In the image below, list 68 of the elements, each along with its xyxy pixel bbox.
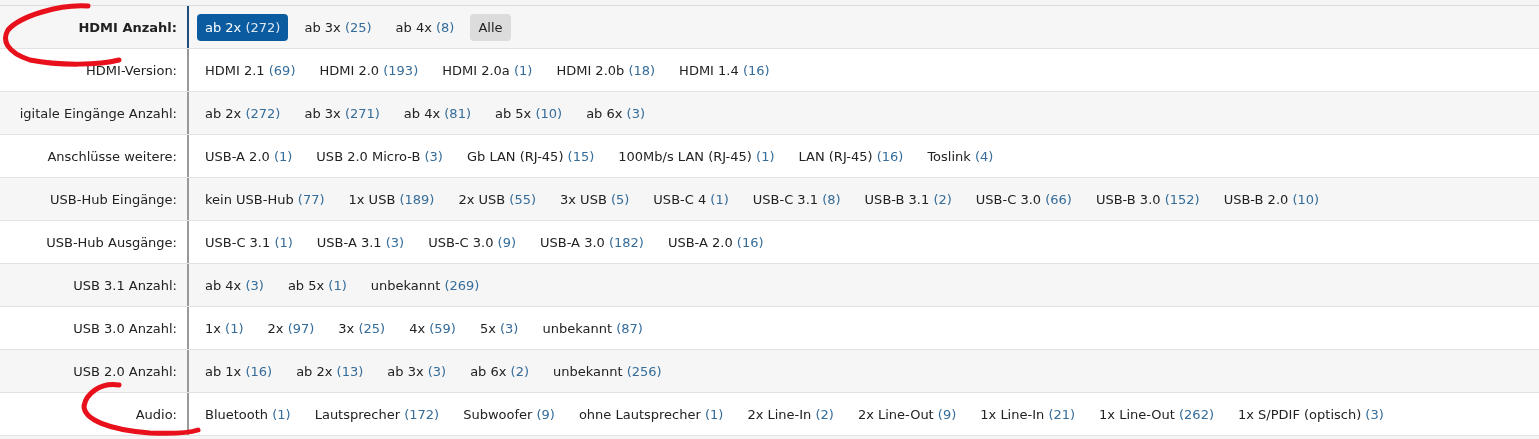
filter-option[interactable]: ab 2x (272) xyxy=(197,13,289,41)
filter-option[interactable]: unbekannt (87) xyxy=(534,314,651,342)
filter-option[interactable]: 1x (1) xyxy=(197,314,252,342)
filter-option[interactable]: HDMI 2.1 (69) xyxy=(197,56,304,84)
filter-option[interactable]: USB-C 4 (1) xyxy=(645,185,737,213)
filter-option[interactable]: USB-C 3.1 (8) xyxy=(744,185,849,213)
filter-label: USB 3.0 Anzahl: xyxy=(72,320,178,336)
filter-option[interactable]: HDMI 1.4 (16) xyxy=(671,56,778,84)
filter-option[interactable]: ab 3x (3) xyxy=(379,357,455,385)
filter-option[interactable]: LAN (RJ-45) (16) xyxy=(790,142,912,170)
filter-label: HDMI-Version: xyxy=(85,62,178,78)
filter-option[interactable]: 4x (59) xyxy=(401,314,464,342)
filter-option[interactable]: 1x USB (189) xyxy=(340,185,443,213)
filter-option[interactable]: 2x Line-Out (9) xyxy=(849,400,965,428)
filter-option[interactable]: kein USB-Hub (77) xyxy=(197,185,333,213)
filter-label: Anschlüsse weitere: xyxy=(46,148,178,164)
filter-option[interactable]: USB-C 3.0 (9) xyxy=(420,228,524,256)
filter-option[interactable]: HDMI 2.0a (1) xyxy=(434,56,541,84)
filter-option[interactable]: USB-A 2.0 (16) xyxy=(659,228,772,256)
filter-option[interactable]: USB-A 3.0 (182) xyxy=(532,228,652,256)
filter-label: USB-Hub Ausgänge: xyxy=(45,234,178,250)
filter-option[interactable]: 2x Line-In (2) xyxy=(739,400,842,428)
filter-label: USB 2.0 Anzahl: xyxy=(72,363,178,379)
filter-option[interactable]: 5x (3) xyxy=(471,314,527,342)
filter-option[interactable]: ab 6x (3) xyxy=(578,99,653,127)
filter-option[interactable]: ohne Lautsprecher (1) xyxy=(570,400,732,428)
filter-option[interactable]: ab 4x (81) xyxy=(395,99,479,127)
filter-option[interactable]: ab 5x (10) xyxy=(487,99,571,127)
filter-option[interactable]: 3x USB (5) xyxy=(552,185,638,213)
filter-option[interactable]: Subwoofer (9) xyxy=(455,400,563,428)
filter-option[interactable]: Lautsprecher (172) xyxy=(306,400,448,428)
filter-option[interactable]: ab 2x (13) xyxy=(288,357,372,385)
filter-option[interactable]: Bluetooth (1) xyxy=(197,400,299,428)
filter-option[interactable]: Toslink (4) xyxy=(919,142,1002,170)
filter-option[interactable]: ab 3x (25) xyxy=(296,13,380,41)
filter-label: Audio: xyxy=(134,406,178,422)
filter-label: igitale Eingänge Anzahl: xyxy=(18,105,178,121)
filter-option[interactable]: USB-B 2.0 (10) xyxy=(1215,185,1328,213)
filter-option[interactable]: 1x Line-In (21) xyxy=(972,400,1084,428)
filter-option[interactable]: 1x Line-Out (262) xyxy=(1091,400,1222,428)
filter-label: HDMI Anzahl: xyxy=(77,19,178,35)
filter-option[interactable]: USB-C 3.0 (66) xyxy=(967,185,1080,213)
filter-label: USB 3.1 Anzahl: xyxy=(72,277,178,293)
filter-option[interactable]: 100Mb/s LAN (RJ-45) (1) xyxy=(610,142,783,170)
filter-option[interactable]: 3x (25) xyxy=(330,314,394,342)
filter-option[interactable]: ab 6x (2) xyxy=(462,357,538,385)
filter-option[interactable]: USB 2.0 Micro-B (3) xyxy=(308,142,451,170)
filter-option[interactable]: HDMI 2.0 (193) xyxy=(311,56,427,84)
filter-option[interactable]: unbekannt (269) xyxy=(362,271,488,299)
filter-option[interactable]: ab 3x (271) xyxy=(296,99,388,127)
filter-option[interactable]: ab 1x (16) xyxy=(197,357,281,385)
filter-option[interactable]: USB-B 3.0 (152) xyxy=(1087,185,1208,213)
filter-option[interactable]: HDMI 2.0b (18) xyxy=(548,56,664,84)
filter-option[interactable]: USB-A 3.1 (3) xyxy=(308,228,413,256)
filter-option[interactable]: USB-C 3.1 (1) xyxy=(197,228,301,256)
filter-option[interactable]: 2x USB (55) xyxy=(450,185,544,213)
filter-option[interactable]: ab 4x (8) xyxy=(387,13,463,41)
reset-button[interactable]: Alle xyxy=(470,13,511,41)
filter-option[interactable]: ab 4x (3) xyxy=(197,271,272,299)
filter-option[interactable]: USB-A 2.0 (1) xyxy=(197,142,301,170)
filter-label: USB-Hub Eingänge: xyxy=(49,191,178,207)
filter-option[interactable]: 1x S/PDIF (optisch) (3) xyxy=(1230,400,1392,428)
filter-option[interactable]: USB-B 3.1 (2) xyxy=(856,185,960,213)
filter-option[interactable]: unbekannt (256) xyxy=(545,357,670,385)
filter-option[interactable]: ab 5x (1) xyxy=(279,271,355,299)
filter-option[interactable]: 2x (97) xyxy=(259,314,323,342)
filter-option[interactable]: ab 2x (272) xyxy=(197,99,289,127)
filter-option[interactable]: Gb LAN (RJ-45) (15) xyxy=(458,142,603,170)
